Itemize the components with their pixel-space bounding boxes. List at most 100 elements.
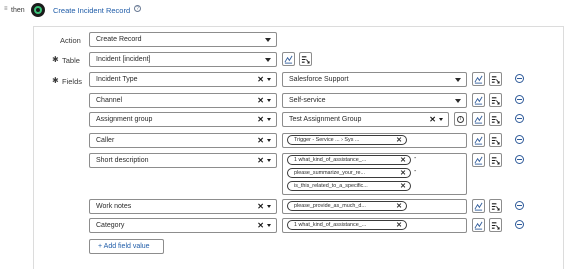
clear-icon[interactable]: ✕ [400,156,406,164]
chevron-down-icon[interactable] [267,118,271,122]
table-select[interactable]: Incident [incident] [89,52,277,67]
chevron-down-icon[interactable] [439,118,443,122]
table-select-value: Incident [incident] [96,56,151,63]
data-pill-picker-button[interactable] [472,93,485,107]
field-name-select[interactable]: Short description ✕ [89,153,277,168]
chevron-down-icon[interactable] [267,159,271,163]
clear-icon[interactable]: ✕ [257,136,265,145]
script-toggle-button[interactable] [489,93,502,107]
chevron-down-icon [455,99,461,103]
step-title-link[interactable]: Create Incident Record [53,6,130,15]
field-name-value: Short description [96,157,149,164]
field-name-select[interactable]: Channel ✕ [89,93,277,108]
data-pill-label: please_provide_as_much_d... [294,203,366,209]
chevron-down-icon[interactable] [267,224,271,228]
remove-field-button[interactable] [515,220,524,229]
data-pill-label: Trigger - Service ... › Sys ... [294,137,360,143]
data-pill-picker-button[interactable] [472,199,485,213]
clear-icon[interactable]: ✕ [400,182,406,190]
data-pill-picker-button[interactable] [472,72,485,86]
field-name-value: Work notes [96,203,132,210]
field-name-value: Incident Type [96,76,138,83]
script-icon [491,75,500,84]
reference-info-button[interactable]: i [454,112,467,126]
field-value-reference[interactable]: Test Assignment Group ✕ [282,112,449,127]
data-pill-picker-button[interactable] [472,112,485,126]
clear-icon[interactable]: ✕ [257,96,265,105]
clear-icon[interactable]: ✕ [396,136,402,144]
add-field-value-button[interactable]: + Add field value [89,239,164,254]
field-name-select[interactable]: Incident Type ✕ [89,72,277,87]
action-select-value: Create Record [96,36,142,43]
data-pill-picker-button[interactable] [282,52,295,66]
field-value-select[interactable]: Self-service [282,93,467,108]
data-pill-icon [474,115,483,124]
field-value-text: Self-service [289,97,326,104]
remove-field-button[interactable] [515,135,524,144]
clear-icon[interactable]: ✕ [400,169,406,177]
clear-icon[interactable]: ✕ [396,202,402,210]
remove-field-button[interactable] [515,74,524,83]
clear-icon[interactable]: ✕ [429,115,437,124]
script-toggle-button[interactable] [489,72,502,86]
field-name-select[interactable]: Work notes ✕ [89,199,277,214]
chevron-down-icon[interactable] [267,78,271,82]
script-icon [491,202,500,211]
data-pill[interactable]: please_summarize_your_re... ✕ [287,168,411,178]
clear-icon[interactable]: ✕ [257,202,265,211]
data-pill[interactable]: is_this_related_to_a_specific... ✕ [287,181,411,191]
chevron-down-icon [265,38,271,42]
required-icon: ✱ [52,55,59,64]
chevron-down-icon[interactable] [267,205,271,209]
chevron-down-icon [455,78,461,82]
then-label: then [11,7,25,14]
script-toggle-button[interactable] [489,218,502,232]
data-pill[interactable]: 1 what_kind_of_assistance_... ✕ [287,155,411,165]
data-pill-picker-button[interactable] [472,218,485,232]
clear-icon[interactable]: ✕ [257,221,265,230]
clear-icon[interactable]: ✕ [257,156,265,165]
script-icon [491,136,500,145]
data-pill[interactable]: 1 what_kind_of_assistance_... ✕ [287,220,407,230]
field-name-select[interactable]: Caller ✕ [89,133,277,148]
remove-field-button[interactable] [515,114,524,123]
data-pill-picker-button[interactable] [472,153,485,167]
field-name-value: Category [96,222,125,229]
script-toggle-button[interactable] [489,112,502,126]
script-toggle-button[interactable] [489,133,502,147]
field-value-select[interactable]: Salesforce Support [282,72,467,87]
chevron-down-icon[interactable] [267,99,271,103]
remove-field-button[interactable] [515,201,524,210]
clear-icon[interactable]: ✕ [257,115,265,124]
script-toggle-button[interactable] [299,52,312,66]
data-pill[interactable]: Trigger - Service ... › Sys ... ✕ [287,135,407,145]
script-icon [491,96,500,105]
field-name-value: Caller [96,137,115,144]
chevron-down-icon[interactable] [267,139,271,143]
action-select[interactable]: Create Record [89,32,277,47]
remove-field-button[interactable] [515,95,524,104]
data-pill-icon [474,221,483,230]
field-name-select[interactable]: Category ✕ [89,218,277,233]
field-name-select[interactable]: Assignment group ✕ [89,112,277,127]
data-pill[interactable]: please_provide_as_much_d... ✕ [287,201,407,211]
script-toggle-button[interactable] [489,199,502,213]
data-pill-picker-button[interactable] [472,133,485,147]
data-pill-icon [474,156,483,165]
script-icon [491,221,500,230]
data-pill-label: 1 what_kind_of_assistance_... [294,157,367,163]
fields-label: Fields [62,77,83,86]
drag-handle-icon[interactable]: ≡ [4,6,8,12]
remove-field-button[interactable] [515,155,524,164]
clear-icon[interactable]: ✕ [257,75,265,84]
script-icon [491,115,500,124]
data-pill-icon [474,136,483,145]
help-icon[interactable]: ? [134,5,141,12]
clear-icon[interactable]: ✕ [396,221,402,229]
required-icon: ✱ [52,76,59,85]
data-pill-label: 1 what_kind_of_assistance_... [294,222,367,228]
script-icon [491,156,500,165]
info-icon: i [457,115,464,123]
script-toggle-button[interactable] [489,153,502,167]
text-separator: - [414,155,417,162]
